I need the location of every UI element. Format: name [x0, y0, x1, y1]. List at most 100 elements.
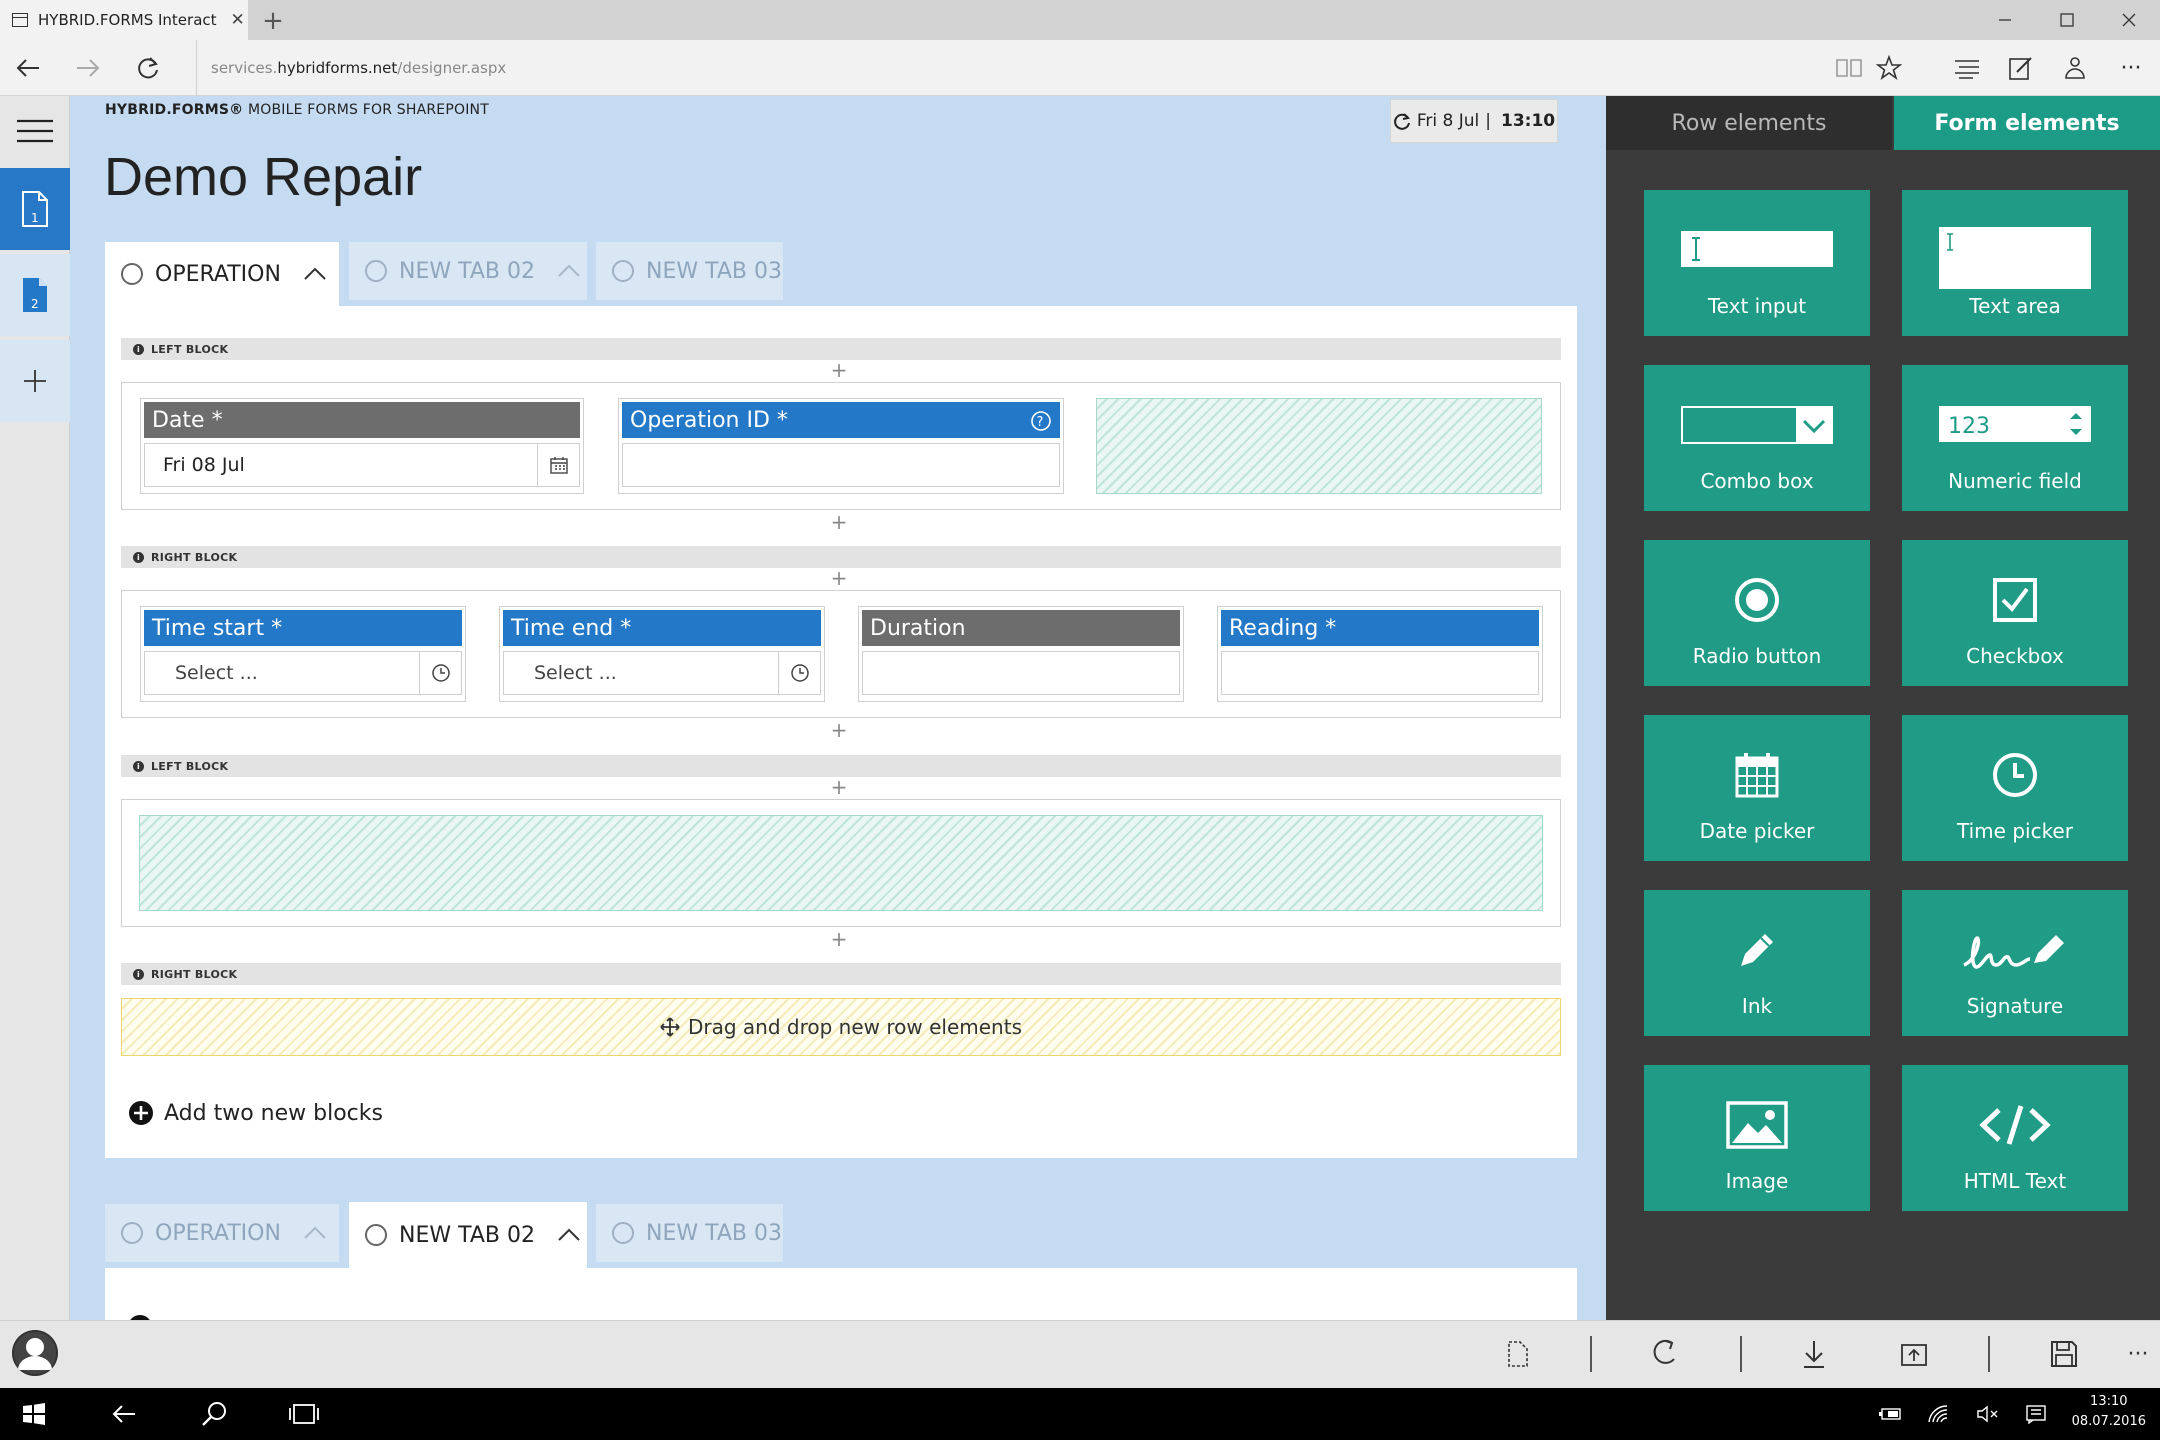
save-icon[interactable] [2034, 1320, 2094, 1388]
more-options-icon[interactable]: ··· [2108, 1320, 2160, 1388]
hub-icon[interactable] [1940, 40, 1994, 96]
maximize-icon[interactable] [2036, 0, 2098, 40]
back-icon[interactable] [0, 40, 56, 96]
operation-id-field-card[interactable]: Operation ID * ? [618, 398, 1064, 494]
empty-drop-slot[interactable] [1096, 398, 1542, 494]
time-end-select[interactable]: Select ... [503, 651, 821, 695]
tab-new-tab-02-active[interactable]: NEW TAB 02 [349, 1202, 587, 1268]
time-end-field-card[interactable]: Time end * Select ... [499, 606, 825, 702]
more-icon[interactable]: ··· [2104, 40, 2158, 96]
refresh-icon[interactable] [120, 40, 176, 96]
add-row-below-icon[interactable]: + [829, 927, 849, 951]
tab-row-elements[interactable]: Row elements [1606, 96, 1892, 150]
add-row-above-icon[interactable]: + [829, 775, 849, 799]
separator [1590, 1336, 1592, 1372]
forward-icon[interactable] [60, 40, 116, 96]
calendar-icon[interactable] [537, 444, 579, 486]
close-tab-icon[interactable]: ✕ [231, 10, 245, 30]
hamburger-menu-icon[interactable] [0, 96, 70, 166]
checkbox-icon [1902, 560, 2128, 640]
chevron-up-icon [558, 1228, 580, 1241]
tile-checkbox[interactable]: Checkbox [1902, 540, 2128, 686]
pencil-icon [1644, 910, 1870, 990]
download-icon[interactable] [1784, 1320, 1844, 1388]
time-start-select[interactable]: Select ... [144, 651, 462, 695]
clock-icon[interactable] [419, 652, 461, 694]
sync-date-badge[interactable]: Fri 8 Jul | 13:10 [1390, 99, 1558, 143]
page-1-number: 1 [31, 211, 39, 225]
clock-icon[interactable] [778, 652, 820, 694]
web-note-icon[interactable] [1994, 40, 2048, 96]
block-label: RIGHT BLOCK [151, 967, 238, 981]
field-label: Duration [870, 615, 966, 641]
tile-html-text[interactable]: HTML Text [1902, 1065, 2128, 1211]
reading-field-card[interactable]: Reading * [1217, 606, 1543, 702]
empty-drop-slot[interactable] [139, 815, 1543, 911]
tile-time-picker[interactable]: Time picker [1902, 715, 2128, 861]
add-page-button[interactable] [0, 340, 70, 422]
radio-icon [121, 1222, 143, 1244]
url-field[interactable]: services. hybridforms.net/designer.aspx [196, 40, 506, 96]
add-circle-icon [129, 1101, 153, 1125]
tab-label: NEW TAB 03 [646, 258, 782, 284]
add-row-above-icon[interactable]: + [829, 358, 849, 382]
add-row-below-icon[interactable]: + [829, 718, 849, 742]
browser-tab[interactable]: HYBRID.FORMS Interact ✕ [0, 0, 248, 40]
add-two-blocks-button[interactable]: Add two new blocks [128, 1100, 383, 1126]
duration-field-card[interactable]: Duration [858, 606, 1184, 702]
back-icon[interactable] [94, 1388, 154, 1440]
radio-icon [365, 260, 387, 282]
reading-input[interactable] [1221, 651, 1539, 695]
tab-operation[interactable]: OPERATION [105, 242, 339, 306]
windows-start-icon[interactable] [4, 1388, 64, 1440]
tab-label: OPERATION [155, 1220, 281, 1246]
tab-label: NEW TAB 02 [399, 1222, 535, 1248]
operation-id-input[interactable] [622, 443, 1060, 487]
tile-numeric-field[interactable]: 123 Numeric field [1902, 365, 2128, 511]
tab-new-tab-03[interactable]: NEW TAB 03 [596, 242, 783, 300]
add-row-below-icon[interactable]: + [829, 510, 849, 534]
tile-ink[interactable]: Ink [1644, 890, 1870, 1036]
tile-label: Image [1725, 1169, 1789, 1193]
field-header: Time start * [144, 610, 462, 646]
tab-form-elements[interactable]: Form elements [1894, 96, 2160, 150]
tab-label: NEW TAB 02 [399, 258, 535, 284]
image-icon [1644, 1085, 1870, 1165]
page-2-button[interactable]: 2 [0, 254, 70, 336]
help-icon[interactable]: ? [1030, 410, 1052, 432]
tab-new-tab-02[interactable]: NEW TAB 02 [349, 242, 587, 300]
minimize-icon[interactable] [1974, 0, 2036, 40]
tile-text-input[interactable]: Text input [1644, 190, 1870, 336]
duration-input[interactable] [862, 651, 1180, 695]
page-1-button[interactable]: 1 [0, 168, 70, 250]
tile-combo-box[interactable]: Combo box [1644, 365, 1870, 511]
date-input[interactable]: Fri 08 Jul [144, 443, 580, 487]
tab-new-tab-03-2[interactable]: NEW TAB 03 [596, 1204, 783, 1262]
user-avatar[interactable] [12, 1330, 58, 1376]
redo-icon[interactable] [1636, 1320, 1696, 1388]
upload-icon[interactable] [1884, 1320, 1944, 1388]
close-window-icon[interactable] [2098, 0, 2160, 40]
task-view-icon[interactable] [274, 1388, 334, 1440]
tile-text-area[interactable]: Text area [1902, 190, 2128, 336]
brand-tagline: MOBILE FORMS FOR SHAREPOINT [243, 102, 489, 118]
radio-icon [365, 1224, 387, 1246]
info-icon: i [133, 551, 144, 563]
new-document-icon[interactable] [1488, 1320, 1548, 1388]
favorite-star-icon[interactable] [1862, 40, 1916, 96]
new-tab-button[interactable]: + [256, 4, 290, 38]
tile-signature[interactable]: Signature [1902, 890, 2128, 1036]
add-row-above-icon[interactable]: + [829, 566, 849, 590]
row-dropzone[interactable]: Drag and drop new row elements [121, 998, 1561, 1056]
search-icon[interactable] [184, 1388, 244, 1440]
tile-radio-button[interactable]: Radio button [1644, 540, 1870, 686]
share-icon[interactable] [2048, 40, 2102, 96]
taskbar-clock[interactable]: 13:10 08.07.2016 [2072, 1392, 2146, 1432]
tab-operation-2[interactable]: OPERATION [105, 1204, 339, 1262]
tile-date-picker[interactable]: Date picker [1644, 715, 1870, 861]
time-start-field-card[interactable]: Time start * Select ... [140, 606, 466, 702]
action-center-icon[interactable] [2006, 1388, 2066, 1440]
form-title: Demo Repair [104, 147, 423, 207]
date-field-card[interactable]: Date * Fri 08 Jul [140, 398, 584, 494]
tile-image[interactable]: Image [1644, 1065, 1870, 1211]
